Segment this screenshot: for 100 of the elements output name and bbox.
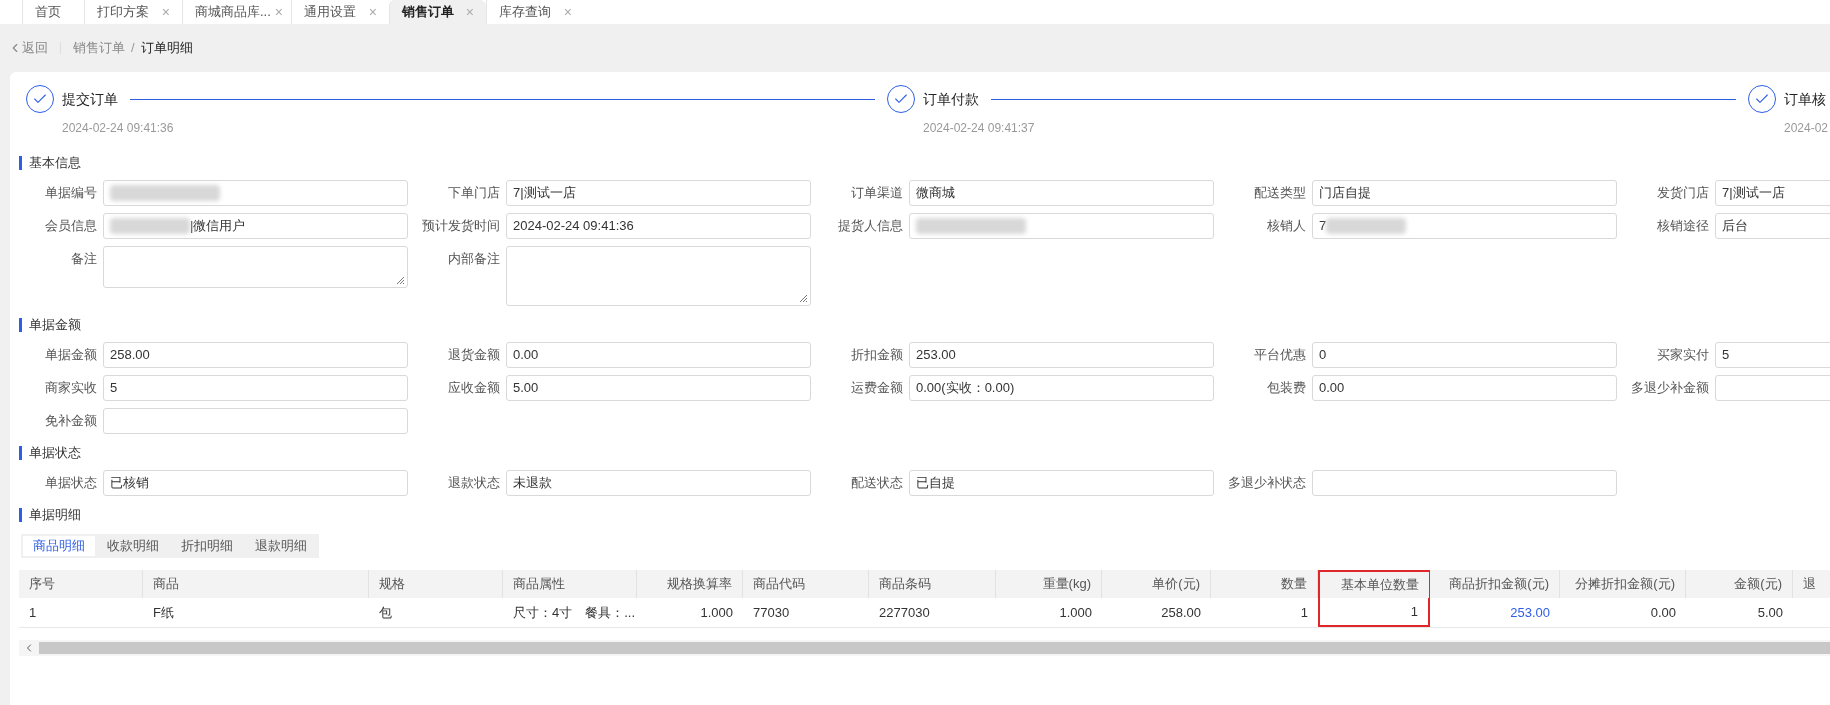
section-title: 单据明细 <box>29 506 81 525</box>
field-label: 包装费 <box>1266 379 1306 397</box>
field-label: 应收金额 <box>447 379 500 397</box>
input-field[interactable]: 5.00 <box>506 375 811 401</box>
field-value: 已核销 <box>110 474 149 493</box>
horizontal-scrollbar[interactable] <box>19 640 1830 656</box>
field-value: 5 <box>1722 346 1730 365</box>
table-cell-text: 1.000 <box>699 603 734 622</box>
subtab[interactable]: 折扣明细 <box>171 536 243 556</box>
field-value: 门店自提 <box>1319 184 1371 203</box>
input-field[interactable]: 7|测试一店 <box>506 180 811 206</box>
column-header: 金额(元) <box>1686 570 1793 598</box>
input-field[interactable]: 0.00 <box>1312 375 1617 401</box>
input-field[interactable]: 微商城 <box>909 180 1214 206</box>
step-time: 2024-02-24 09:41:36 <box>62 120 175 137</box>
column-header: 商品折扣金额(元) <box>1430 570 1560 598</box>
field-value: 0 <box>1319 346 1327 365</box>
table-cell: 1 <box>1318 598 1430 627</box>
input-field[interactable] <box>1312 470 1617 496</box>
step-label: 订单核 <box>1784 89 1826 109</box>
field-value: 未退款 <box>513 474 552 493</box>
table-cell[interactable]: 253.00 <box>1430 598 1560 627</box>
input-field[interactable]: 253.00 <box>909 342 1214 368</box>
subtab[interactable]: 收款明细 <box>97 536 169 556</box>
input-field[interactable]: 0 <box>1312 342 1617 368</box>
step-label: 提交订单 <box>62 89 118 109</box>
field-label: 单据金额 <box>44 346 97 364</box>
breadcrumb-separator: / <box>131 39 135 58</box>
input-field[interactable]: 未退款 <box>506 470 811 496</box>
input-field[interactable]: 已核销 <box>103 470 408 496</box>
section-title: 单据金额 <box>29 316 81 335</box>
column-header: 商品条码 <box>869 570 996 598</box>
input-field[interactable]: 5 <box>103 375 408 401</box>
column-header: 商品代码 <box>743 570 869 598</box>
table-cell-text: 5.00 <box>1756 603 1784 622</box>
field-label: 备注 <box>70 250 97 268</box>
input-field[interactable]: 门店自提 <box>1312 180 1617 206</box>
input-field[interactable]: 7|测试一店 <box>1715 180 1830 206</box>
page-tab[interactable]: 库存查询 × <box>486 0 584 24</box>
field-label: 核销人 <box>1266 217 1306 235</box>
page-tab[interactable]: 首页 <box>22 0 84 24</box>
step-label: 订单付款 <box>923 89 979 109</box>
field-label: 单据编号 <box>44 184 97 202</box>
field-value: 已自提 <box>916 474 955 493</box>
column-header: 重量(kg) <box>996 570 1102 598</box>
page-tab[interactable]: 销售订单 × <box>389 0 486 24</box>
input-field[interactable] <box>103 180 408 206</box>
field-value: 0.00 <box>513 346 539 365</box>
column-header: 序号 <box>19 570 143 598</box>
field-label: 发货门店 <box>1656 184 1709 202</box>
column-header: 分摊折扣金额(元) <box>1560 570 1686 598</box>
input-field[interactable]: 5 <box>1715 342 1830 368</box>
field-label: 商家实收 <box>44 379 97 397</box>
input-field[interactable] <box>909 213 1214 239</box>
field-label: 多退少补状态 <box>1227 474 1306 492</box>
table-cell-text: 尺寸：4寸 餐具：... <box>512 603 637 622</box>
input-field[interactable]: 0.00 <box>506 342 811 368</box>
breadcrumb-item: 订单明细 <box>140 39 193 58</box>
input-field[interactable] <box>103 408 408 434</box>
input-field[interactable]: |微信用户 <box>103 213 408 239</box>
page-tab[interactable]: 打印方案 × <box>84 0 182 24</box>
table-cell-text: F纸 <box>152 603 175 622</box>
field-value: 0.00(实收：0.00) <box>916 379 1015 398</box>
page-tab[interactable]: 商城商品库... × <box>182 0 291 24</box>
field-value: 后台 <box>1722 217 1748 236</box>
resize-handle-icon <box>396 276 405 285</box>
section-title: 单据状态 <box>29 444 81 463</box>
text-area[interactable] <box>506 246 811 306</box>
text-area[interactable] <box>103 246 408 288</box>
subtab[interactable]: 商品明细 <box>23 536 95 556</box>
table-cell-text: 2277030 <box>878 603 931 622</box>
field-value: 5.00 <box>513 379 539 398</box>
field-label: 会员信息 <box>44 217 97 235</box>
input-field[interactable]: 258.00 <box>103 342 408 368</box>
field-value: 5 <box>110 379 118 398</box>
field-label: 运费金额 <box>850 379 903 397</box>
field-value: 7 <box>1319 217 1327 236</box>
table-cell-text: 258.00 <box>1160 603 1202 622</box>
step-time: 2024-02 <box>1784 120 1830 137</box>
step-time: 2024-02-24 09:41:37 <box>923 120 1036 137</box>
field-value: |微信用户 <box>190 217 246 236</box>
field-value: 253.00 <box>916 346 956 365</box>
field-label: 内部备注 <box>447 250 500 268</box>
column-header: 退 <box>1793 570 1830 598</box>
input-field[interactable]: 2024-02-24 09:41:36 <box>506 213 811 239</box>
scrollbar-thumb[interactable] <box>39 642 1830 654</box>
input-field[interactable]: 后台 <box>1715 213 1830 239</box>
column-header: 规格 <box>369 570 503 598</box>
table-cell-text: 0.00 <box>1649 603 1677 622</box>
field-value: 微商城 <box>916 184 955 203</box>
input-field[interactable]: 7 <box>1312 213 1617 239</box>
field-label: 单据状态 <box>44 474 97 492</box>
subtab[interactable]: 退款明细 <box>245 536 317 556</box>
input-field[interactable]: 0.00(实收：0.00) <box>909 375 1214 401</box>
column-header: 商品 <box>143 570 369 598</box>
column-header: 规格换算率 <box>637 570 743 598</box>
field-value: 2024-02-24 09:41:36 <box>513 217 634 236</box>
table-cell-text: 77030 <box>752 603 791 622</box>
input-field[interactable]: 已自提 <box>909 470 1214 496</box>
field-label: 订单渠道 <box>850 184 903 202</box>
